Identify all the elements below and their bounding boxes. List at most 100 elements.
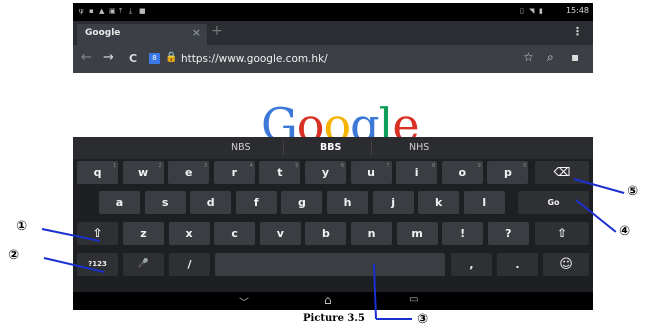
key-c[interactable]: c bbox=[214, 222, 256, 245]
key-x-label: x bbox=[185, 227, 193, 240]
key-d[interactable]: d bbox=[190, 191, 232, 214]
back-arrow-icon[interactable]: ← bbox=[81, 50, 92, 65]
suggestion-divider bbox=[283, 141, 284, 155]
period-key[interactable]: . bbox=[497, 253, 538, 276]
callout-number-2: ② bbox=[8, 248, 20, 263]
reload-icon[interactable]: C bbox=[129, 52, 137, 65]
emoji-key[interactable]: ☺ bbox=[543, 253, 589, 276]
nav-home-icon[interactable]: ⌂ bbox=[324, 293, 332, 307]
storage-icon: ■ bbox=[139, 7, 146, 15]
key-g-label: g bbox=[297, 196, 306, 209]
warning-icon: ▲ bbox=[99, 7, 105, 15]
space-key[interactable] bbox=[215, 253, 445, 276]
key-i[interactable]: i8 bbox=[396, 161, 438, 184]
key-o[interactable]: o9 bbox=[441, 161, 483, 184]
site-favicon: 8 bbox=[149, 53, 160, 64]
system-nav-bar: ﹀ ⌂ ▭ bbox=[73, 292, 593, 310]
key-e[interactable]: e3 bbox=[168, 161, 210, 184]
figure-caption: Picture 3.5 bbox=[303, 313, 365, 324]
key-s[interactable]: s bbox=[144, 191, 186, 214]
nav-back-icon[interactable]: ﹀ bbox=[239, 294, 249, 309]
key-z-label: z bbox=[140, 227, 147, 240]
star-icon[interactable]: ☆ bbox=[523, 50, 534, 64]
mic-key[interactable]: 🎤 bbox=[123, 253, 164, 276]
usb-icon: ψ bbox=[79, 7, 84, 15]
key-f-label: f bbox=[253, 196, 259, 209]
logo-letter: o bbox=[296, 98, 325, 137]
tablet-screen: ψ ▪ ▲ ▣ ⤒ ⤓ ■ ▯ ◥ ▮ 15:48 Google × + ⋮ ←… bbox=[73, 3, 593, 310]
key-b-label: b bbox=[321, 227, 330, 240]
callout-number-3: ③ bbox=[417, 312, 429, 327]
key-z[interactable]: z bbox=[123, 222, 164, 245]
key-m[interactable]: m bbox=[396, 222, 438, 245]
key-t-label: t bbox=[277, 166, 283, 179]
key-u-label: u bbox=[367, 166, 376, 179]
search-icon[interactable]: ⌕ bbox=[547, 50, 554, 65]
key-g[interactable]: g bbox=[281, 191, 323, 214]
callout-line bbox=[376, 318, 412, 320]
logo-letter: e bbox=[392, 98, 419, 137]
key-question-label: ? bbox=[505, 227, 512, 240]
bookmark-icon[interactable]: ▪ bbox=[571, 50, 579, 64]
symbols-key[interactable]: ?123 bbox=[77, 253, 118, 276]
key-y[interactable]: y6 bbox=[305, 161, 346, 184]
menu-icon[interactable]: ⋮ bbox=[572, 25, 583, 38]
key-question[interactable]: ? bbox=[487, 222, 529, 245]
url-bar: ← → C 8 🔒 https://www.google.com.hk/ ☆ ⌕… bbox=[73, 45, 593, 73]
key-p[interactable]: p0 bbox=[487, 161, 529, 184]
suggestion-1[interactable]: NBS bbox=[231, 142, 251, 153]
status-bar: ψ ▪ ▲ ▣ ⤒ ⤓ ■ ▯ ◥ ▮ 15:48 bbox=[73, 3, 593, 21]
key-y-label: y bbox=[321, 166, 330, 179]
key-u[interactable]: u7 bbox=[350, 161, 392, 184]
key-h[interactable]: h bbox=[327, 191, 368, 214]
key-b[interactable]: b bbox=[305, 222, 347, 245]
nav-recents-icon[interactable]: ▭ bbox=[409, 294, 418, 305]
shift-key-right-label: ⇧ bbox=[556, 226, 568, 240]
key-p-label: p bbox=[503, 166, 512, 179]
logo-letter: G bbox=[261, 98, 298, 137]
key-l[interactable]: l bbox=[463, 191, 505, 214]
slash-key[interactable]: / bbox=[169, 253, 210, 276]
key-j[interactable]: j bbox=[372, 191, 414, 214]
logo-letter: l bbox=[378, 98, 394, 137]
key-hint: 3 bbox=[204, 163, 208, 169]
key-h-label: h bbox=[343, 196, 352, 209]
suggestion-divider bbox=[371, 141, 372, 155]
key-o-label: o bbox=[458, 166, 467, 179]
key-w[interactable]: w2 bbox=[122, 161, 164, 184]
symbols-key-label: ?123 bbox=[88, 260, 107, 268]
key-v[interactable]: v bbox=[259, 222, 301, 245]
key-a[interactable]: a bbox=[99, 191, 140, 214]
url-input[interactable]: https://www.google.com.hk/ bbox=[181, 53, 328, 65]
key-f[interactable]: f bbox=[235, 191, 277, 214]
logo-letter: o bbox=[323, 98, 351, 137]
key-q[interactable]: q1 bbox=[77, 161, 118, 184]
key-hint: 4 bbox=[249, 163, 253, 169]
comma-key[interactable]: , bbox=[451, 253, 492, 276]
key-k-label: k bbox=[435, 196, 443, 209]
notification-icon: ▪ bbox=[89, 7, 94, 15]
wifi-icon: ◥ bbox=[529, 7, 535, 15]
forward-arrow-icon[interactable]: → bbox=[103, 50, 114, 65]
key-n-label: n bbox=[367, 227, 376, 240]
key-t[interactable]: t5 bbox=[259, 161, 301, 184]
key-hint: 8 bbox=[432, 163, 436, 169]
upload-icon: ⤒ bbox=[119, 7, 123, 15]
key-r[interactable]: r4 bbox=[213, 161, 255, 184]
key-i-label: i bbox=[414, 166, 419, 179]
period-key-label: . bbox=[515, 258, 520, 271]
new-tab-icon[interactable]: + bbox=[211, 23, 223, 39]
key-c-label: c bbox=[231, 227, 238, 240]
suggestion-3[interactable]: NHS bbox=[409, 142, 429, 153]
key-n[interactable]: n bbox=[351, 222, 392, 245]
web-page-content: Google bbox=[73, 73, 593, 137]
key-exclamation[interactable]: ! bbox=[442, 222, 484, 245]
key-x[interactable]: x bbox=[168, 222, 210, 245]
shift-key-right[interactable]: ⇧ bbox=[535, 222, 589, 245]
key-s-label: s bbox=[161, 196, 169, 209]
suggestion-2[interactable]: BBS bbox=[320, 142, 341, 153]
close-tab-icon[interactable]: × bbox=[192, 26, 201, 39]
key-a-label: a bbox=[115, 196, 124, 209]
key-k[interactable]: k bbox=[418, 191, 460, 214]
browser-tab[interactable]: Google × bbox=[77, 24, 207, 45]
